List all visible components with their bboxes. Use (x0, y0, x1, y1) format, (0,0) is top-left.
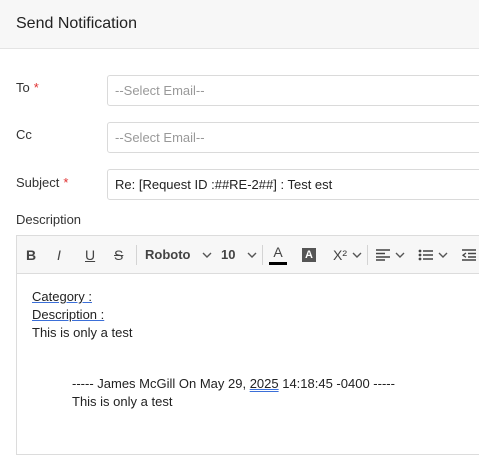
font-family-dropdown[interactable]: Roboto (145, 236, 212, 273)
to-placeholder: --Select Email-- (115, 83, 205, 98)
chevron-down-icon (395, 252, 405, 258)
quote-year: 2025 (249, 376, 279, 391)
outdent-button[interactable] (461, 236, 477, 273)
description-label: Description (16, 212, 82, 227)
text-color-button[interactable]: A (269, 236, 287, 273)
italic-glyph: I (57, 246, 61, 263)
outdent-icon (461, 248, 477, 261)
underline-button[interactable]: U (85, 236, 95, 273)
description-line: Description : (32, 307, 105, 322)
superscript-glyph: X² (333, 246, 347, 263)
subject-label: Subject * (16, 175, 68, 190)
subject-label-text: Subject (16, 175, 60, 190)
strikethrough-glyph: S (114, 246, 124, 263)
subject-value: Re: [Request ID :##RE-2##] : Test est (115, 177, 333, 192)
category-line: Category : (32, 289, 92, 304)
quote-suffix: 14:18:45 -0400 ----- (278, 376, 395, 391)
dialog-title: Send Notification (16, 15, 137, 32)
highlight-button[interactable]: A (302, 236, 316, 273)
chevron-down-icon (202, 252, 212, 258)
toolbar-divider (367, 245, 368, 265)
quoted-message: ----- James McGill On May 29, 2025 14:18… (72, 375, 395, 411)
chevron-down-icon (247, 252, 257, 258)
bold-glyph: B (26, 246, 37, 263)
highlight-icon: A (302, 247, 316, 262)
font-size-value: 10 (221, 247, 236, 262)
quote-prefix: ----- James McGill On May 29, (72, 376, 250, 391)
align-dropdown[interactable] (375, 236, 405, 273)
toolbar-divider (262, 245, 263, 265)
chevron-down-icon (438, 252, 448, 258)
font-family-value: Roboto (145, 247, 191, 262)
text-color-swatch (269, 261, 287, 265)
editor-toolbar: B I U S Roboto 10 A A X² (17, 236, 479, 274)
quote-body: This is only a test (72, 394, 173, 409)
to-label: To * (16, 80, 39, 95)
cc-field[interactable]: --Select Email-- (107, 122, 479, 153)
subject-field[interactable]: Re: [Request ID :##RE-2##] : Test est (107, 169, 479, 200)
bullet-list-icon (418, 249, 434, 261)
toolbar-divider (136, 245, 137, 265)
cc-placeholder: --Select Email-- (115, 130, 205, 145)
to-label-text: To (16, 80, 30, 95)
chevron-down-icon (352, 252, 362, 258)
italic-button[interactable]: I (57, 236, 61, 273)
cc-label: Cc (16, 127, 32, 142)
align-left-icon (375, 248, 391, 261)
dialog-header: Send Notification (0, 0, 479, 49)
editor-content[interactable]: Category : Description : This is only a … (32, 288, 132, 342)
font-size-dropdown[interactable]: 10 (221, 236, 257, 273)
to-field[interactable]: --Select Email-- (107, 75, 479, 106)
text-color-glyph: A (273, 243, 283, 260)
subject-required-mark: * (63, 175, 69, 190)
strikethrough-button[interactable]: S (114, 236, 123, 273)
body-line: This is only a test (32, 325, 133, 340)
to-required-mark: * (33, 80, 39, 95)
superscript-dropdown[interactable]: X² (333, 236, 362, 273)
list-dropdown[interactable] (418, 236, 448, 273)
cc-label-text: Cc (16, 127, 32, 142)
underline-glyph: U (85, 246, 96, 263)
bold-button[interactable]: B (26, 236, 36, 273)
rich-text-editor[interactable]: B I U S Roboto 10 A A X² Category: Desc… (16, 235, 479, 455)
quote-header: ----- James McGill On May 29, 2025 14:18… (72, 375, 395, 393)
